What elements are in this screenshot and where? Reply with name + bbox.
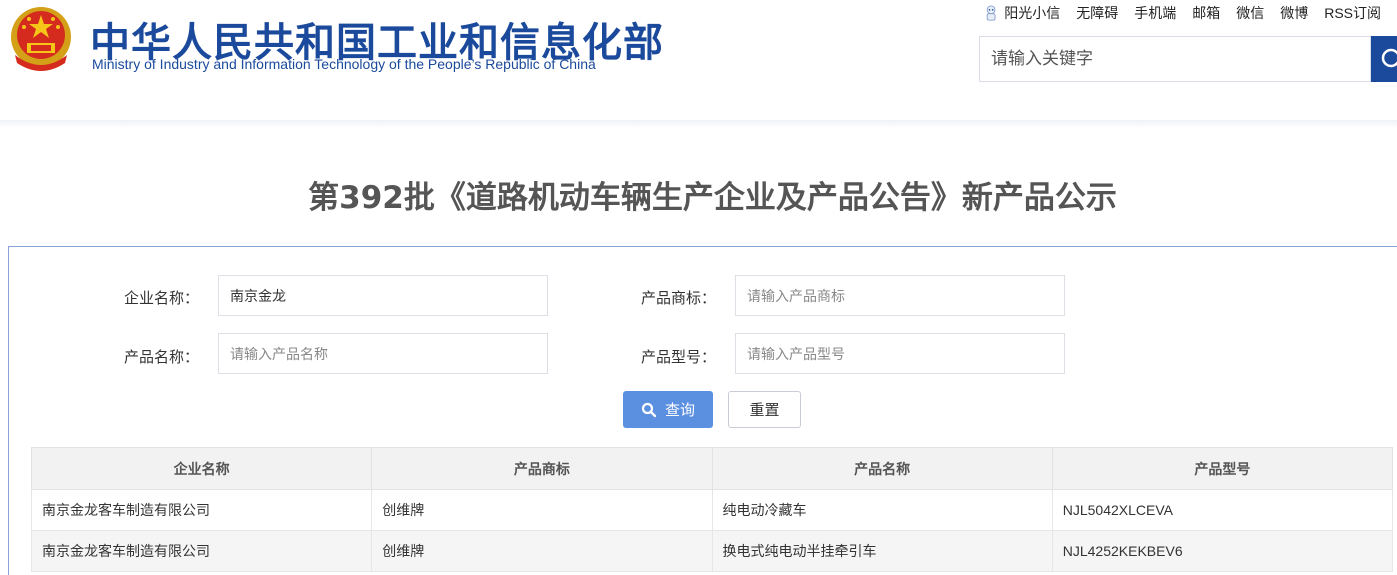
product-name-label: 产品名称： bbox=[124, 349, 200, 366]
reset-button[interactable]: 重置 bbox=[728, 391, 801, 428]
header-model: 产品型号 bbox=[1051, 447, 1394, 490]
product-name-input[interactable] bbox=[218, 333, 548, 374]
table-row[interactable]: 南京金龙客车制造有限公司 创维牌 换电式纯电动半挂牵引车 NJL4252KEKB… bbox=[30, 530, 1394, 572]
query-button-label: 查询 bbox=[664, 402, 695, 419]
search-icon bbox=[641, 402, 657, 417]
toplink-mobile[interactable]: 手机端 bbox=[1134, 3, 1176, 23]
product-brand-label: 产品商标： bbox=[641, 290, 717, 307]
results-table: 企业名称 产品商标 产品名称 产品型号 南京金龙客车制造有限公司 创维牌 纯电动… bbox=[30, 447, 1394, 572]
cell-company: 南京金龙客车制造有限公司 bbox=[30, 489, 373, 531]
product-model-label: 产品型号： bbox=[641, 349, 717, 366]
cell-product: 换电式纯电动半挂牵引车 bbox=[711, 530, 1053, 572]
toplink-rss[interactable]: RSS订阅 bbox=[1324, 3, 1381, 23]
cell-model: NJL4252KEKBEV6 bbox=[1051, 530, 1394, 572]
product-brand-input[interactable] bbox=[735, 275, 1065, 316]
site-search-button[interactable] bbox=[1371, 36, 1397, 82]
header-product: 产品名称 bbox=[711, 447, 1053, 490]
robot-mascot-icon[interactable] bbox=[984, 3, 998, 23]
header-company: 企业名称 bbox=[30, 447, 373, 490]
header-divider bbox=[0, 120, 1397, 128]
product-model-input[interactable] bbox=[735, 333, 1065, 374]
cell-brand: 创维牌 bbox=[371, 489, 713, 531]
national-emblem-icon[interactable] bbox=[9, 5, 73, 73]
toplink-sunshine[interactable]: 阳光小信 bbox=[1004, 3, 1060, 23]
page-title: 第392批《道路机动车辆生产企业及产品公告》新产品公示 bbox=[308, 180, 1117, 216]
toplink-weibo[interactable]: 微博 bbox=[1280, 3, 1308, 23]
site-search-box bbox=[979, 36, 1371, 82]
site-title-en[interactable]: Ministry of Industry and Information Tec… bbox=[92, 56, 596, 72]
toplink-wechat[interactable]: 微信 bbox=[1236, 3, 1264, 23]
search-icon bbox=[1381, 48, 1397, 68]
table-row[interactable]: 南京金龙客车制造有限公司 创维牌 纯电动冷藏车 NJL5042XLCEVA bbox=[30, 489, 1394, 531]
top-links: 阳光小信 无障碍 手机端 邮箱 微信 微博 RSS订阅 bbox=[984, 2, 1397, 24]
site-header: 中华人民共和国工业和信息化部 Ministry of Industry and … bbox=[0, 0, 1397, 122]
toplink-mail[interactable]: 邮箱 bbox=[1192, 3, 1220, 23]
company-name-label: 企业名称： bbox=[124, 290, 200, 307]
cell-company: 南京金龙客车制造有限公司 bbox=[30, 530, 373, 572]
site-search-input[interactable] bbox=[980, 37, 1370, 81]
cell-brand: 创维牌 bbox=[371, 530, 713, 572]
cell-model: NJL5042XLCEVA bbox=[1051, 489, 1394, 531]
company-name-input[interactable] bbox=[218, 275, 548, 316]
header-brand: 产品商标 bbox=[371, 447, 713, 490]
cell-product: 纯电动冷藏车 bbox=[711, 489, 1053, 531]
query-button[interactable]: 查询 bbox=[623, 391, 713, 428]
toplink-accessibility[interactable]: 无障碍 bbox=[1076, 3, 1118, 23]
table-header-row: 企业名称 产品商标 产品名称 产品型号 bbox=[30, 447, 1394, 490]
